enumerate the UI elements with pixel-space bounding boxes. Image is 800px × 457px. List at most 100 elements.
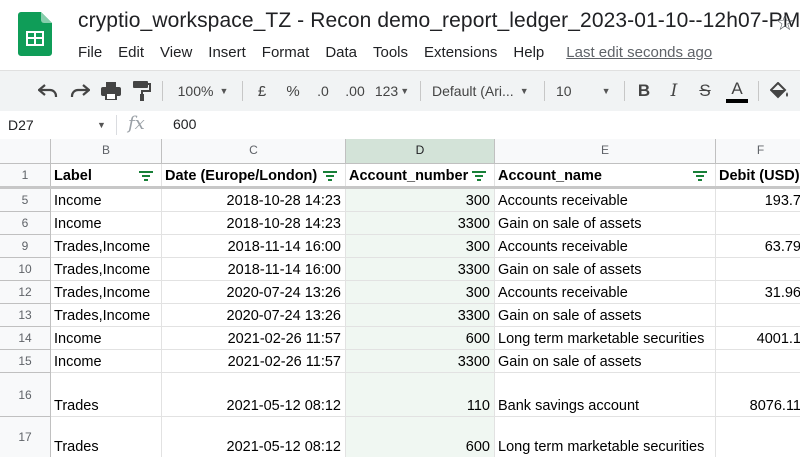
- italic-icon[interactable]: I: [662, 71, 686, 111]
- cell-account-name[interactable]: Gain on sale of assets: [495, 350, 716, 373]
- star-icon[interactable]: ☆: [775, 10, 795, 36]
- menu-insert[interactable]: Insert: [200, 44, 254, 61]
- cell-date[interactable]: 2020-07-24 13:26: [162, 304, 346, 327]
- zoom-select[interactable]: 100% ▼: [170, 71, 236, 111]
- last-edit-link[interactable]: Last edit seconds ago: [552, 44, 712, 61]
- cell-label[interactable]: Trades: [51, 373, 162, 417]
- filter-icon[interactable]: [323, 171, 337, 181]
- cell-account-number[interactable]: 3300: [346, 350, 495, 373]
- filter-icon[interactable]: [693, 171, 707, 181]
- document-title[interactable]: cryptio_workspace_TZ - Recon demo_report…: [78, 9, 800, 33]
- cell-date[interactable]: 2021-02-26 11:57: [162, 327, 346, 350]
- sheets-logo-icon[interactable]: [18, 12, 52, 56]
- cell-date[interactable]: 2018-10-28 14:23: [162, 212, 346, 235]
- column-header-b[interactable]: B: [51, 139, 162, 164]
- cell-account-number[interactable]: 110: [346, 373, 495, 417]
- cell-account-name[interactable]: Gain on sale of assets: [495, 304, 716, 327]
- number-format-select[interactable]: 123 ▼: [372, 71, 412, 111]
- cell-account-number[interactable]: 3300: [346, 258, 495, 281]
- cell-date[interactable]: 2020-07-24 13:26: [162, 281, 346, 304]
- text-color-icon[interactable]: A: [724, 71, 750, 111]
- menu-file[interactable]: File: [70, 44, 110, 61]
- menu-help[interactable]: Help: [505, 44, 552, 61]
- cell-label[interactable]: Income: [51, 212, 162, 235]
- menu-view[interactable]: View: [152, 44, 200, 61]
- header-cell-debit[interactable]: Debit (USD): [716, 164, 800, 187]
- cell-debit[interactable]: 8076.11: [716, 373, 800, 417]
- header-cell-account-name[interactable]: Account_name: [495, 164, 716, 187]
- cell-account-number[interactable]: 3300: [346, 212, 495, 235]
- cell-account-name[interactable]: Accounts receivable: [495, 235, 716, 258]
- column-header-d[interactable]: D: [346, 139, 495, 164]
- cell-account-number[interactable]: 300: [346, 189, 495, 212]
- cell-account-name[interactable]: Bank savings account: [495, 373, 716, 417]
- column-header-e[interactable]: E: [495, 139, 716, 164]
- cell-account-name[interactable]: Long term marketable securities: [495, 327, 716, 350]
- menu-edit[interactable]: Edit: [110, 44, 152, 61]
- row-header[interactable]: 17: [0, 417, 51, 457]
- cell-debit[interactable]: [716, 417, 800, 457]
- cell-account-name[interactable]: Accounts receivable: [495, 281, 716, 304]
- row-header[interactable]: 14: [0, 327, 51, 350]
- header-cell-label[interactable]: Label: [51, 164, 162, 187]
- cell-account-name[interactable]: Gain on sale of assets: [495, 212, 716, 235]
- row-header[interactable]: 9: [0, 235, 51, 258]
- cell-debit[interactable]: 4001.1: [716, 327, 800, 350]
- row-header[interactable]: 10: [0, 258, 51, 281]
- cell-label[interactable]: Trades,Income: [51, 258, 162, 281]
- cell-debit[interactable]: 63.79: [716, 235, 800, 258]
- row-header[interactable]: 12: [0, 281, 51, 304]
- strikethrough-icon[interactable]: S: [693, 71, 717, 111]
- cell-account-name[interactable]: Accounts receivable: [495, 189, 716, 212]
- row-header[interactable]: 15: [0, 350, 51, 373]
- cell-date[interactable]: 2018-11-14 16:00: [162, 235, 346, 258]
- cell-label[interactable]: Trades: [51, 417, 162, 457]
- percent-format-button[interactable]: %: [281, 71, 305, 111]
- cell-account-name[interactable]: Gain on sale of assets: [495, 258, 716, 281]
- cell-account-number[interactable]: 3300: [346, 304, 495, 327]
- cell-debit[interactable]: [716, 304, 800, 327]
- cell-date[interactable]: 2018-10-28 14:23: [162, 189, 346, 212]
- cell-label[interactable]: Trades,Income: [51, 235, 162, 258]
- redo-icon[interactable]: [66, 71, 94, 111]
- select-all-corner[interactable]: [0, 139, 51, 164]
- currency-format-button[interactable]: £: [250, 71, 274, 111]
- row-header[interactable]: 16: [0, 373, 51, 417]
- cell-label[interactable]: Income: [51, 189, 162, 212]
- undo-icon[interactable]: [34, 71, 62, 111]
- header-cell-date[interactable]: Date (Europe/London): [162, 164, 346, 187]
- column-header-c[interactable]: C: [162, 139, 346, 164]
- fill-color-icon[interactable]: [766, 71, 794, 111]
- cell-label[interactable]: Trades,Income: [51, 281, 162, 304]
- cell-account-name[interactable]: Long term marketable securities: [495, 417, 716, 457]
- cell-account-number[interactable]: 300: [346, 235, 495, 258]
- row-header[interactable]: 5: [0, 189, 51, 212]
- menu-tools[interactable]: Tools: [365, 44, 416, 61]
- cell-label[interactable]: Trades,Income: [51, 304, 162, 327]
- cell-label[interactable]: Income: [51, 327, 162, 350]
- row-header[interactable]: 13: [0, 304, 51, 327]
- row-header[interactable]: 1: [0, 164, 51, 187]
- filter-icon[interactable]: [139, 171, 153, 181]
- cell-account-number[interactable]: 300: [346, 281, 495, 304]
- font-family-select[interactable]: Default (Ari... ▼: [432, 71, 536, 111]
- cell-account-number[interactable]: 600: [346, 327, 495, 350]
- cell-date[interactable]: 2021-02-26 11:57: [162, 350, 346, 373]
- header-cell-account-number[interactable]: Account_number: [346, 164, 495, 187]
- cell-account-number[interactable]: 600: [346, 417, 495, 457]
- name-box[interactable]: D27 ▼: [0, 111, 112, 139]
- increase-decimal-button[interactable]: .00: [340, 71, 370, 111]
- menu-data[interactable]: Data: [317, 44, 365, 61]
- paint-format-icon[interactable]: [128, 71, 156, 111]
- bold-icon[interactable]: B: [632, 71, 656, 111]
- print-icon[interactable]: [97, 71, 125, 111]
- cell-debit[interactable]: 193.7: [716, 189, 800, 212]
- column-header-f[interactable]: F: [716, 139, 800, 164]
- cell-date[interactable]: 2018-11-14 16:00: [162, 258, 346, 281]
- menu-extensions[interactable]: Extensions: [416, 44, 505, 61]
- row-header[interactable]: 6: [0, 212, 51, 235]
- cell-label[interactable]: Income: [51, 350, 162, 373]
- formula-input[interactable]: 600: [173, 116, 196, 132]
- menu-format[interactable]: Format: [254, 44, 318, 61]
- font-size-select[interactable]: 10 ▼: [556, 71, 620, 111]
